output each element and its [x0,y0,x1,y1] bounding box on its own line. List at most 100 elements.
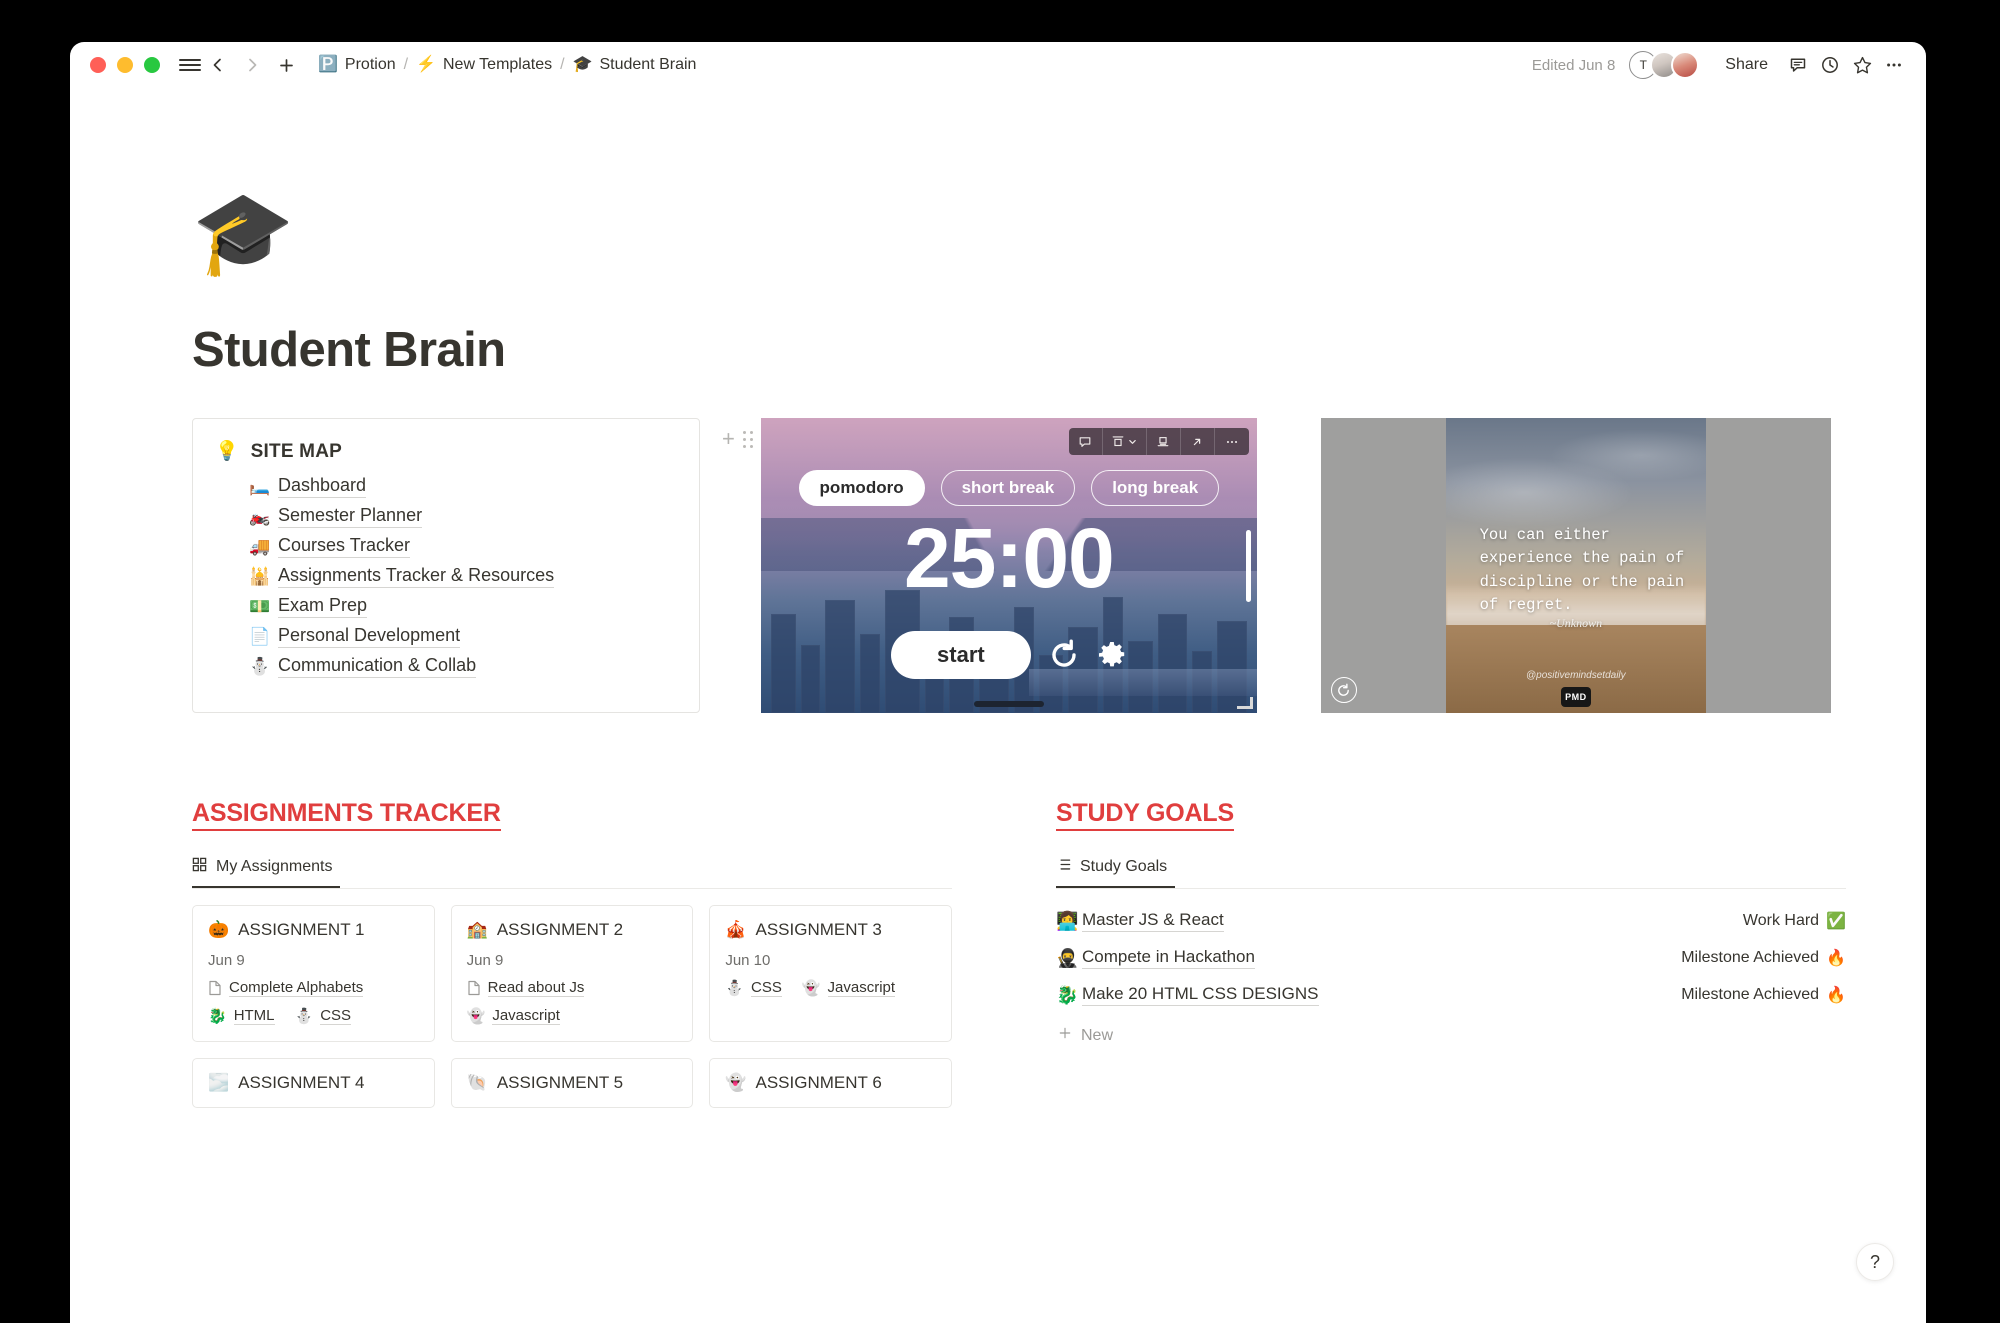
pomodoro-embed[interactable]: pomodoro short break long break 25:00 st… [760,418,1257,713]
site-map-link-label[interactable]: Dashboard [278,475,367,498]
avatar[interactable] [1671,51,1700,79]
breadcrumb-label: Protion [344,56,396,73]
pomodoro-mode-tabs: pomodoro short break long break [761,470,1257,506]
close-window-button[interactable] [90,57,106,73]
tab-short-break[interactable]: short break [940,470,1076,506]
breadcrumb-item-new-templates[interactable]: ⚡ New Templates [410,53,558,77]
sidebar-item-courses-tracker[interactable]: 🚚 Courses Tracker [249,531,677,561]
assignment-date: Jun 9 [466,952,504,969]
sidebar-item-exam-prep[interactable]: 💵 Exam Prep [249,591,677,621]
study-goal-row[interactable]: 🥷 Compete in Hackathon Milestone Achieve… [1056,940,1846,977]
assignment-tag-link[interactable]: CSS [751,979,782,997]
block-handles: + [722,428,753,450]
quote-text: You can either experience the pain of di… [1479,526,1685,614]
check-mark-icon: ✅ [1826,913,1846,930]
help-button[interactable]: ? [1856,1243,1894,1281]
pomodoro-controls: start [761,631,1257,679]
study-goal-name[interactable]: Compete in Hackathon [1082,947,1255,969]
assignment-tag-link[interactable]: HTML [233,1007,275,1025]
sidebar-item-personal-development[interactable]: 📄 Personal Development [249,621,677,651]
site-map-link-label[interactable]: Exam Prep [278,595,368,618]
new-page-plus-icon[interactable] [272,51,300,79]
site-map-link-label[interactable]: Semester Planner [278,505,423,528]
history-clock-icon[interactable] [1816,51,1844,79]
site-map-link-label[interactable]: Personal Development [278,625,461,648]
more-options-icon[interactable] [1880,51,1908,79]
breadcrumb-item-student-brain[interactable]: 🎓 Student Brain [567,53,703,77]
study-goal-name[interactable]: Master JS & React [1082,910,1224,932]
comment-icon[interactable] [1784,51,1812,79]
assignment-tag-link[interactable]: CSS [320,1007,352,1025]
share-button[interactable]: Share [1717,52,1776,78]
assignment-card[interactable]: 🎃 ASSIGNMENT 1 Jun 9 Complete Alphabets … [192,905,435,1042]
tab-study-goals[interactable]: Study Goals [1056,853,1176,888]
site-map-link-label[interactable]: Communication & Collab [278,655,477,678]
titlebar-actions: Edited Jun 8 T Share [1532,51,1908,79]
gear-icon[interactable] [1097,640,1127,670]
page-icon [208,980,222,996]
study-goal-row[interactable]: 👩‍💻 Master JS & React Work Hard ✅ [1056,903,1846,940]
tab-label: Study Goals [1080,858,1168,875]
breadcrumb-item-protion[interactable]: 🅿️ Protion [312,53,402,77]
list-view-icon [1056,857,1071,877]
motorcycle-icon: 🏍️ [249,506,271,526]
quote-handle: @positivemindsetdaily [1526,669,1626,681]
site-map-link-label[interactable]: Courses Tracker [278,535,411,558]
tab-long-break[interactable]: long break [1091,470,1220,506]
databases-row: ASSIGNMENTS TRACKER My Assignments 🎃 ASS… [192,799,1926,1108]
back-icon[interactable] [204,51,232,79]
page-icon [467,980,481,996]
comment-icon[interactable] [1069,428,1103,455]
add-new-goal-button[interactable]: New [1056,1014,1846,1045]
page-icon[interactable]: 🎓 [192,188,294,280]
assignment-card[interactable]: 🐚 ASSIGNMENT 5 [450,1058,694,1108]
quote-embed[interactable]: You can either experience the pain of di… [1320,418,1831,713]
tab-pomodoro[interactable]: pomodoro [798,470,925,506]
assignment-card[interactable]: 👻 ASSIGNMENT 6 [709,1058,952,1108]
sidebar-item-semester-planner[interactable]: 🏍️ Semester Planner [249,501,677,531]
assignment-card[interactable]: 🎪 ASSIGNMENT 3 Jun 10 ⛄ CSS 👻 Javascript [709,905,952,1042]
tab-my-assignments[interactable]: My Assignments [192,853,341,888]
add-block-plus-icon[interactable]: + [722,428,735,450]
assignment-card[interactable]: 🏫 ASSIGNMENT 2 Jun 9 Read about Js 👻 Jav… [450,905,694,1042]
assignments-tracker-title: ASSIGNMENTS TRACKER [192,799,501,831]
assignment-tag-link[interactable]: Javascript [827,979,896,997]
expand-icon[interactable] [1181,428,1215,455]
sidebar-item-dashboard[interactable]: 🛏️ Dashboard [249,471,677,501]
breadcrumb-separator: / [560,56,565,73]
align-bottom-icon[interactable] [1147,428,1181,455]
circus-tent-icon: 🎪 [725,920,747,939]
assignment-doc-link[interactable]: Complete Alphabets [229,979,364,997]
collaborator-avatars: T [1629,51,1700,79]
document-icon: 📄 [249,626,271,646]
resize-handle[interactable] [1236,697,1253,709]
scrollbar[interactable] [1245,530,1251,603]
study-goal-row[interactable]: 🐉 Make 20 HTML CSS DESIGNS Milestone Ach… [1056,977,1846,1014]
sidebar-item-communication-collab[interactable]: ⛄ Communication & Collab [249,651,677,681]
titlebar: 🅿️ Protion / ⚡ New Templates / 🎓 Student… [70,42,1926,88]
sidebar-toggle-icon[interactable] [176,51,204,79]
drag-handle-icon[interactable] [742,430,753,448]
favorite-star-icon[interactable] [1848,51,1876,79]
refresh-icon[interactable] [1330,677,1357,703]
dragon-icon: 🐉 [1056,984,1079,1005]
restart-icon[interactable] [1047,638,1081,672]
assignment-tag-link[interactable]: Javascript [492,1007,560,1025]
study-goals-title: STUDY GOALS [1056,799,1234,831]
align-top-icon[interactable] [1103,428,1147,455]
assignment-card[interactable]: 🌫️ ASSIGNMENT 4 [192,1058,435,1108]
assignments-card-grid: 🎃 ASSIGNMENT 1 Jun 9 Complete Alphabets … [192,905,952,1108]
minimize-window-button[interactable] [117,57,133,73]
ninja-icon: 🥷 [1056,947,1079,968]
mosque-icon: 🕌 [249,566,271,586]
forward-icon[interactable] [238,51,266,79]
sidebar-item-assignments-tracker[interactable]: 🕌 Assignments Tracker & Resources [249,561,677,591]
more-options-icon[interactable] [1215,428,1249,455]
maximize-window-button[interactable] [144,57,160,73]
banknote-icon: 💵 [249,596,271,616]
start-button[interactable]: start [891,631,1031,679]
study-goal-name[interactable]: Make 20 HTML CSS DESIGNS [1082,984,1319,1006]
snowman-icon: ⛄ [725,980,745,997]
assignment-doc-link[interactable]: Read about Js [487,979,585,997]
site-map-link-label[interactable]: Assignments Tracker & Resources [278,565,555,588]
